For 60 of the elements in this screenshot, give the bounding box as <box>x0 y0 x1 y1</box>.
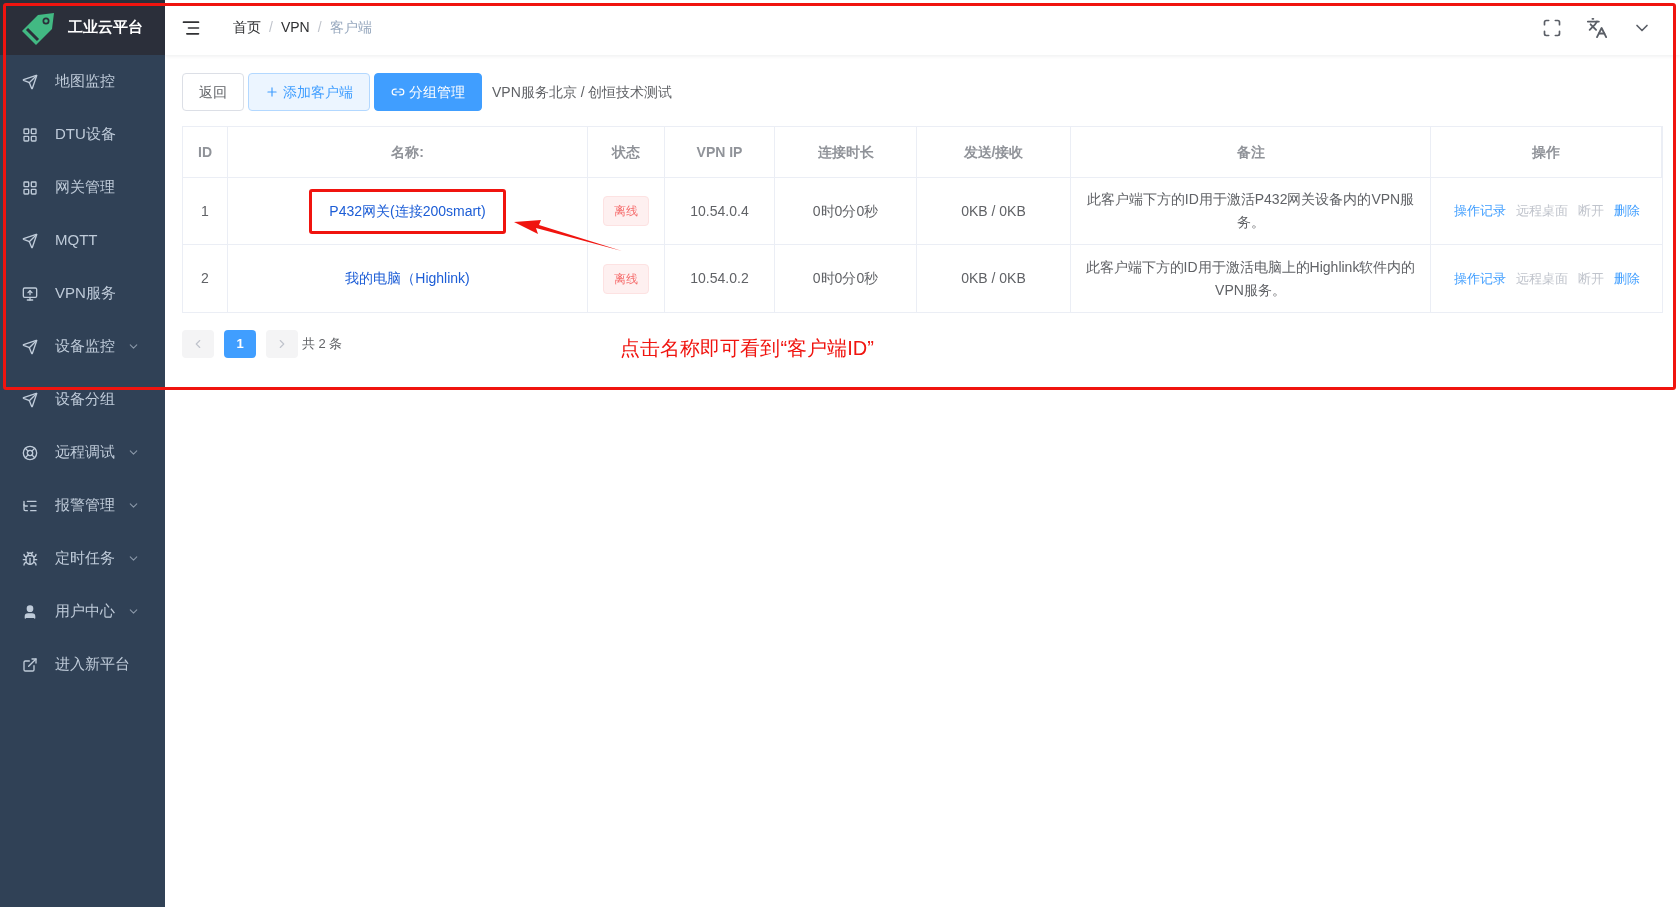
column-header: 操作 <box>1431 127 1662 177</box>
column-header: 状态 <box>588 127 665 177</box>
sidebar-item[interactable]: MQTT <box>0 214 165 267</box>
sidebar-item[interactable]: 网关管理 <box>0 161 165 214</box>
table-cell: 2 <box>183 245 228 312</box>
table-cell: 0KB / 0KB <box>917 178 1071 244</box>
translate-icon[interactable] <box>1586 16 1608 39</box>
paper-plane-icon <box>22 232 38 249</box>
sidebar-item[interactable]: 设备监控 <box>0 320 165 373</box>
annotation-text: 点击名称即可看到“客户端ID” <box>620 336 874 361</box>
column-header: 连接时长 <box>775 127 917 177</box>
sidebar-item[interactable]: DTU设备 <box>0 108 165 161</box>
breadcrumb-item[interactable]: 首页 <box>233 17 261 38</box>
bug-icon <box>22 550 38 567</box>
column-header: 备注 <box>1071 127 1431 177</box>
table-cell: 10.54.0.4 <box>665 178 775 244</box>
tag-logo-icon <box>20 10 56 45</box>
client-name-link[interactable]: P432网关(连接200smart) <box>329 202 486 219</box>
sidebar-item[interactable]: 报警管理 <box>0 479 165 532</box>
lifebuoy-icon <box>22 444 38 461</box>
external-link-icon <box>22 656 38 673</box>
paper-plane-icon <box>22 73 38 90</box>
breadcrumb-separator: / <box>269 18 273 37</box>
breadcrumb-item[interactable]: VPN <box>280 17 310 38</box>
table-cell: 0时0分0秒 <box>775 178 917 244</box>
offline-status-tag: 离线 <box>603 196 649 226</box>
column-header: ID <box>183 127 228 177</box>
paper-plane-icon <box>22 391 38 408</box>
sidebar-item[interactable]: 定时任务 <box>0 532 165 585</box>
breadcrumb-separator: / <box>317 18 322 37</box>
table-cell: 此客户端下方的ID用于激活电脑上的Highlink软件内的VPN服务。 <box>1071 245 1431 312</box>
sidebar-item[interactable]: VPN服务 <box>0 267 165 320</box>
client-name-link[interactable]: 我的电脑（Highlink) <box>345 268 470 289</box>
sidebar-item[interactable]: 地图监控 <box>0 55 165 108</box>
table-cell: 0KB / 0KB <box>917 245 1071 312</box>
column-header: 名称: <box>228 127 588 177</box>
sidebar-item[interactable]: 设备分组 <box>0 373 165 426</box>
monitor-icon <box>22 285 38 302</box>
plus-icon <box>265 85 279 99</box>
offline-status-tag: 离线 <box>603 263 649 294</box>
table-cell: 1 <box>183 178 228 244</box>
grid-icon <box>22 179 38 196</box>
column-header: 发送/接收 <box>917 127 1071 177</box>
sidebar-item[interactable]: 用户中心 <box>0 585 165 638</box>
fullscreen-icon[interactable] <box>1542 17 1562 38</box>
table-cell: 0时0分0秒 <box>775 245 917 312</box>
column-header: VPN IP <box>665 127 775 177</box>
table-cell: 此客户端下方的ID用于激活P432网关设备内的VPN服务。 <box>1071 178 1431 244</box>
sidebar-item[interactable]: 远程调试 <box>0 426 165 479</box>
toolbar-button[interactable]: 返回 <box>182 73 244 111</box>
table-cell: 10.54.0.2 <box>665 245 775 312</box>
total-count: 共 2 条 <box>302 335 343 354</box>
logo-text: 工业云平台 <box>68 17 143 38</box>
user-icon <box>22 603 38 620</box>
breadcrumb-item: 客户端 <box>329 18 372 37</box>
paper-plane-icon <box>22 338 38 355</box>
grid-icon <box>22 126 38 143</box>
link-icon <box>391 85 405 99</box>
group-path: VPN服务北京 / 创恒技术测试 <box>492 82 673 102</box>
sidebar-item[interactable]: 进入新平台 <box>0 638 165 691</box>
